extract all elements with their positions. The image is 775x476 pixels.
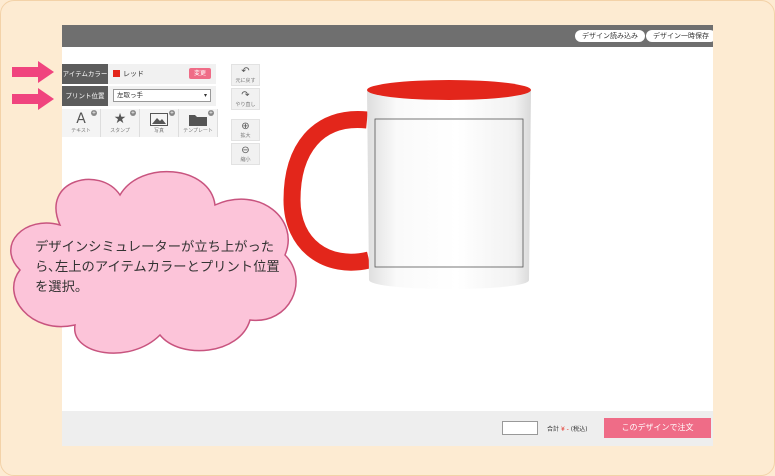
- template-tool-button[interactable]: テンプレート +: [179, 109, 218, 137]
- mug-preview: [283, 80, 531, 289]
- load-design-button[interactable]: デザイン読み込み: [575, 30, 645, 42]
- change-color-button[interactable]: 変更: [189, 68, 211, 79]
- color-swatch: [113, 70, 120, 77]
- chevron-down-icon: ▾: [203, 92, 207, 99]
- bottom-bar: 合計 ¥ - (税込) このデザインで注文: [62, 411, 713, 446]
- item-color-value: レッド 変更: [108, 64, 216, 84]
- mug-rim: [367, 80, 531, 100]
- arrow-right-icon: [12, 61, 54, 83]
- plus-icon: +: [130, 110, 136, 116]
- order-design-button[interactable]: このデザインで注文: [604, 418, 711, 438]
- print-position-select[interactable]: 左取っ手 ▾: [113, 89, 211, 102]
- zoom-out-icon: ⊖: [241, 145, 250, 156]
- zoom-in-label: 拡大: [240, 133, 251, 139]
- mug-body: [367, 90, 531, 289]
- redo-label: やり直し: [235, 102, 256, 108]
- print-position-field: 左取っ手 ▾: [108, 86, 216, 106]
- photo-tool-label: 写真: [153, 128, 164, 134]
- text-tool-button[interactable]: A テキスト +: [62, 109, 101, 137]
- price-value: ¥ -: [560, 426, 569, 433]
- tax-note: (税込): [570, 426, 588, 433]
- undo-icon: ↶: [241, 66, 250, 77]
- text-tool-label: テキスト: [71, 128, 91, 134]
- total-price: 合計 ¥ - (税込): [547, 424, 587, 433]
- top-toolbar: デザイン読み込み デザイン一時保存: [62, 25, 713, 47]
- item-color-label: アイテムカラー: [62, 64, 108, 84]
- print-position-label: プリント位置: [62, 86, 108, 106]
- quantity-input[interactable]: [502, 421, 538, 435]
- photo-tool-button[interactable]: 写真 +: [140, 109, 179, 137]
- plus-icon: +: [91, 110, 97, 116]
- stamp-tool-label: スタンプ: [110, 128, 130, 134]
- save-design-button[interactable]: デザイン一時保存: [646, 30, 713, 42]
- plus-icon: +: [208, 110, 214, 116]
- print-position-row: プリント位置 左取っ手 ▾: [62, 86, 216, 106]
- arrow-right-icon: [12, 88, 54, 110]
- redo-button[interactable]: ↷ やり直し: [231, 88, 260, 110]
- redo-icon: ↷: [241, 90, 250, 101]
- undo-label: 元に戻す: [235, 78, 256, 84]
- template-tool-label: テンプレート: [183, 128, 213, 134]
- zoom-in-icon: ⊕: [241, 121, 250, 132]
- options-panel: アイテムカラー レッド 変更 プリント位置 左取っ手 ▾: [62, 64, 216, 106]
- stamp-tool-button[interactable]: ★ スタンプ +: [101, 109, 140, 137]
- color-name: レッド: [123, 70, 144, 78]
- plus-icon: +: [169, 110, 175, 116]
- zoom-in-button[interactable]: ⊕ 拡大: [231, 119, 260, 141]
- item-color-row: アイテムカラー レッド 変更: [62, 64, 216, 84]
- callout-text: デザインシミュレーターが立ち上がったら､左上のアイテムカラーとプリント位置を選択…: [35, 240, 280, 295]
- total-label: 合計: [547, 426, 560, 433]
- undo-button[interactable]: ↶ 元に戻す: [231, 64, 260, 86]
- tool-palette: A テキスト + ★ スタンプ + 写真 + テンプレート +: [62, 109, 218, 137]
- print-position-value: 左取っ手: [117, 91, 143, 99]
